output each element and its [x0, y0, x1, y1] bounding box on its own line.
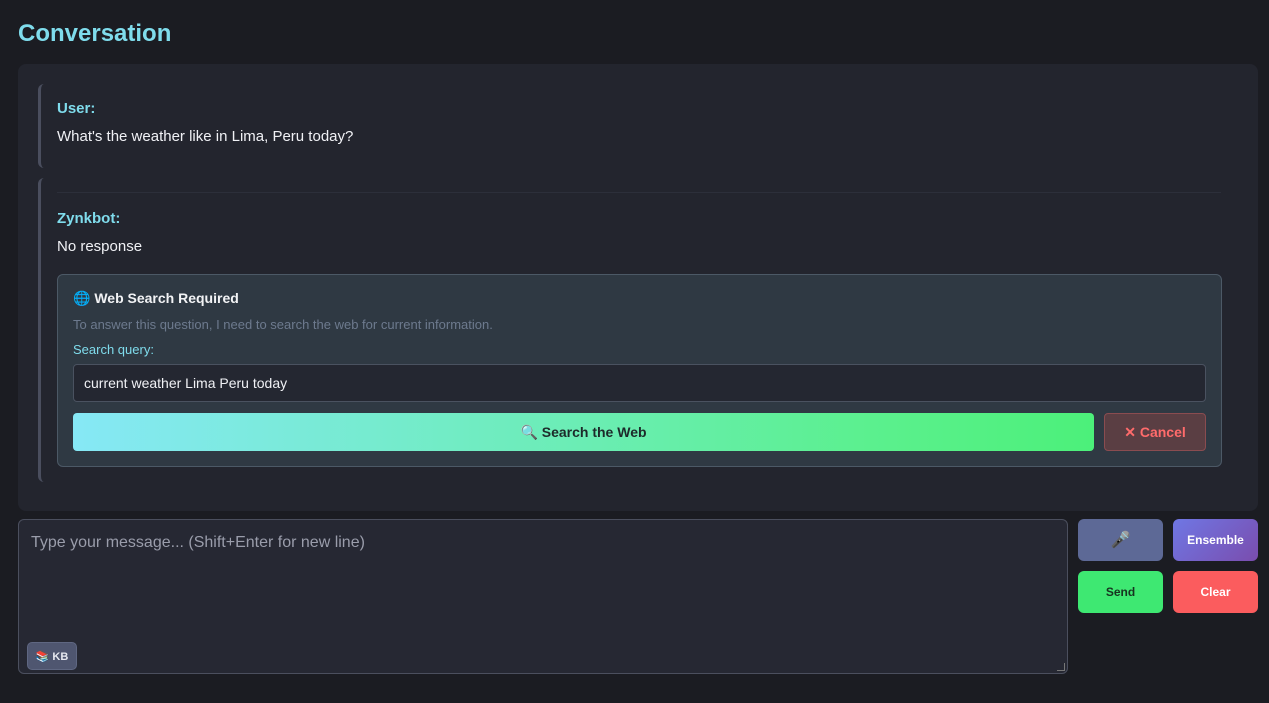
web-search-description: To answer this question, I need to searc…	[73, 317, 493, 332]
web-search-card: 🌐 Web Search Required To answer this que…	[57, 274, 1222, 467]
ensemble-button[interactable]: Ensemble	[1173, 519, 1258, 561]
message-input[interactable]	[19, 520, 1067, 673]
web-search-title: 🌐 Web Search Required	[73, 290, 239, 307]
message-text: No response	[57, 238, 143, 255]
search-web-button[interactable]: 🔍 Search the Web	[73, 413, 1094, 451]
microphone-button[interactable]: 🎤	[1078, 519, 1163, 561]
web-search-title-text: Web Search Required	[94, 290, 239, 306]
message-composer: 📚 KB	[18, 519, 1068, 674]
conversation-panel: User: What's the weather like in Lima, P…	[18, 64, 1258, 511]
page-title: Conversation	[18, 20, 172, 47]
send-button[interactable]: Send	[1078, 571, 1163, 613]
globe-icon: 🌐	[73, 290, 91, 306]
message-divider	[57, 192, 1221, 193]
cancel-search-button[interactable]: ✕ Cancel	[1104, 413, 1206, 451]
message-text: What's the weather like in Lima, Peru to…	[57, 128, 354, 145]
knowledge-base-button[interactable]: 📚 KB	[27, 642, 77, 670]
clear-button[interactable]: Clear	[1173, 571, 1258, 613]
user-message: User: What's the weather like in Lima, P…	[38, 84, 1222, 168]
search-query-input[interactable]	[73, 364, 1206, 402]
resize-handle[interactable]	[1057, 663, 1065, 671]
sender-label: User:	[57, 100, 96, 117]
sender-label: Zynkbot:	[57, 210, 121, 227]
search-query-label: Search query:	[73, 342, 154, 357]
bot-message: Zynkbot: No response 🌐 Web Search Requir…	[38, 178, 1222, 482]
